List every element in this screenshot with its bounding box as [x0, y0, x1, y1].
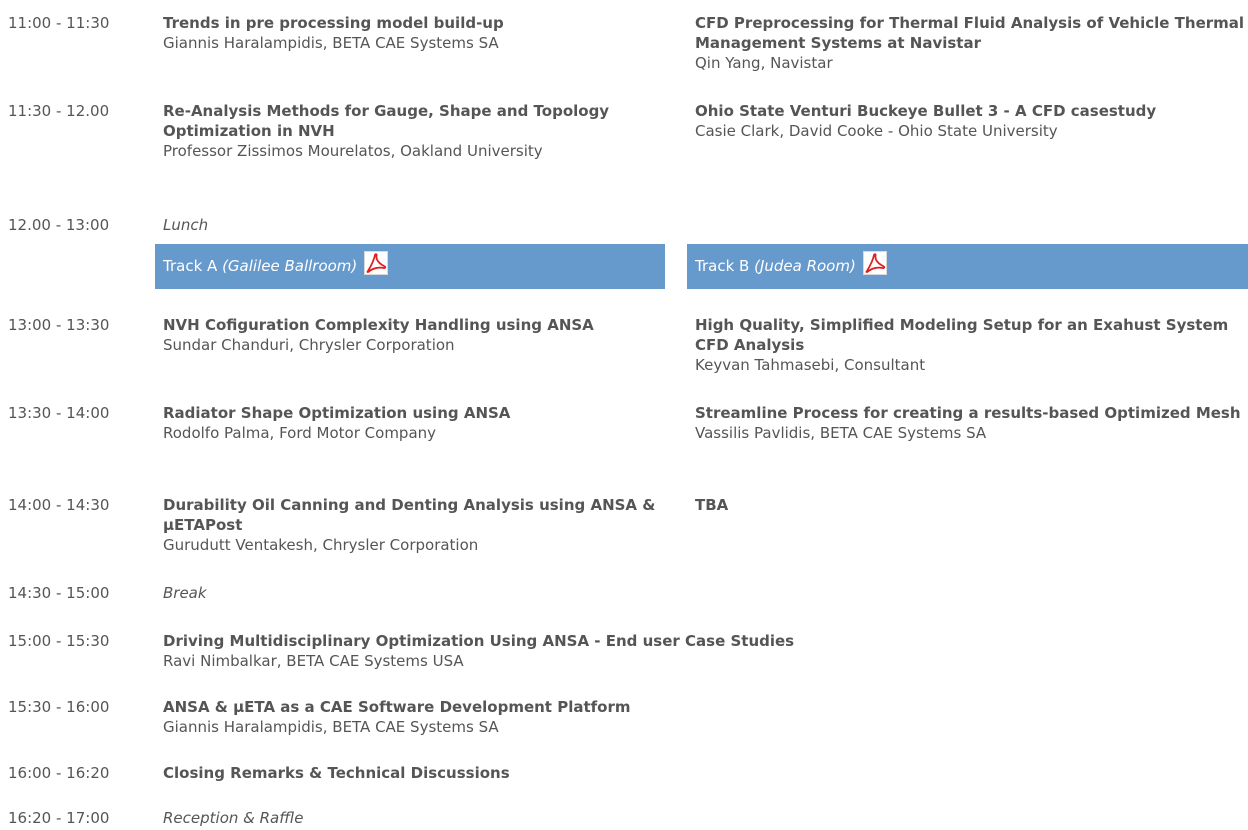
session-time: 16:20 - 17:00: [8, 809, 110, 827]
track-room: (Galilee Ballroom): [222, 257, 358, 275]
session-speaker: Gurudutt Ventakesh, Chrysler Corporation: [163, 536, 479, 554]
session-time: 13:00 - 13:30: [8, 316, 110, 334]
session-speaker: Casie Clark, David Cooke - Ohio State Un…: [695, 122, 1058, 140]
track-room: (Judea Room): [754, 257, 856, 275]
session-time: 15:00 - 15:30: [8, 632, 110, 650]
session-title: NVH Cofiguration Complexity Handling usi…: [163, 316, 594, 334]
track-a-header: Track A (Galilee Ballroom): [155, 244, 665, 289]
session-title: Ohio State Venturi Buckeye Bullet 3 - A …: [695, 102, 1157, 120]
session-time: 12.00 - 13:00: [8, 216, 110, 234]
session-time: 11:30 - 12.00: [8, 102, 110, 120]
session-speaker: Qin Yang, Navistar: [695, 54, 833, 72]
pdf-icon[interactable]: [364, 248, 389, 275]
session-speaker: Vassilis Pavlidis, BETA CAE Systems SA: [695, 424, 987, 442]
session-title: High Quality, Simplified Modeling Setup …: [695, 316, 1229, 354]
session-speaker: Professor Zissimos Mourelatos, Oakland U…: [163, 142, 543, 160]
session-plenary: ANSA & μETA as a CAE Software Developmen…: [163, 697, 1243, 737]
break-note: Lunch: [163, 216, 209, 234]
session-time: 11:00 - 11:30: [8, 14, 110, 32]
session-speaker: Ravi Nimbalkar, BETA CAE Systems USA: [163, 652, 464, 670]
session-track-b: Streamline Process for creating a result…: [695, 403, 1248, 443]
track-label: Track B: [695, 257, 750, 275]
pdf-icon[interactable]: [862, 248, 887, 275]
break-note: Reception & Raffle: [163, 809, 304, 827]
session-track-b: TBA: [695, 495, 1248, 515]
session-title: CFD Preprocessing for Thermal Fluid Anal…: [695, 14, 1245, 52]
session-speaker: Rodolfo Palma, Ford Motor Company: [163, 424, 437, 442]
session-time: 14:00 - 14:30: [8, 496, 110, 514]
session-track-b: High Quality, Simplified Modeling Setup …: [695, 315, 1248, 375]
session-title: Re-Analysis Methods for Gauge, Shape and…: [163, 102, 610, 140]
session-speaker: Keyvan Tahmasebi, Consultant: [695, 356, 926, 374]
break-note: Break: [163, 584, 207, 602]
session-title: Driving Multidisciplinary Optimization U…: [163, 632, 795, 650]
session-time: 15:30 - 16:00: [8, 698, 110, 716]
track-label: Track A: [163, 257, 218, 275]
session-title: Closing Remarks & Technical Discussions: [163, 764, 510, 782]
session-title: Durability Oil Canning and Denting Analy…: [163, 496, 656, 534]
session-plenary: Closing Remarks & Technical Discussions: [163, 763, 1243, 783]
session-track-a: NVH Cofiguration Complexity Handling usi…: [163, 315, 663, 355]
session-speaker: Giannis Haralampidis, BETA CAE Systems S…: [163, 718, 499, 736]
session-speaker: Giannis Haralampidis, BETA CAE Systems S…: [163, 34, 499, 52]
session-track-b: Ohio State Venturi Buckeye Bullet 3 - A …: [695, 101, 1248, 141]
session-time: 13:30 - 14:00: [8, 404, 110, 422]
session-speaker: Sundar Chanduri, Chrysler Corporation: [163, 336, 455, 354]
session-track-b: CFD Preprocessing for Thermal Fluid Anal…: [695, 13, 1248, 73]
session-plenary: Driving Multidisciplinary Optimization U…: [163, 631, 1243, 671]
session-title: Trends in pre processing model build-up: [163, 14, 504, 32]
session-title: Radiator Shape Optimization using ANSA: [163, 404, 511, 422]
session-title: ANSA & μETA as a CAE Software Developmen…: [163, 698, 631, 716]
session-track-a: Durability Oil Canning and Denting Analy…: [163, 495, 663, 555]
session-track-a: Re-Analysis Methods for Gauge, Shape and…: [163, 101, 663, 161]
session-time: 16:00 - 16:20: [8, 764, 110, 782]
session-track-a: Radiator Shape Optimization using ANSA R…: [163, 403, 663, 443]
session-title: TBA: [695, 496, 729, 514]
session-title: Streamline Process for creating a result…: [695, 404, 1241, 422]
session-time: 14:30 - 15:00: [8, 584, 110, 602]
track-b-header: Track B (Judea Room): [687, 244, 1248, 289]
session-track-a: Trends in pre processing model build-up …: [163, 13, 663, 53]
